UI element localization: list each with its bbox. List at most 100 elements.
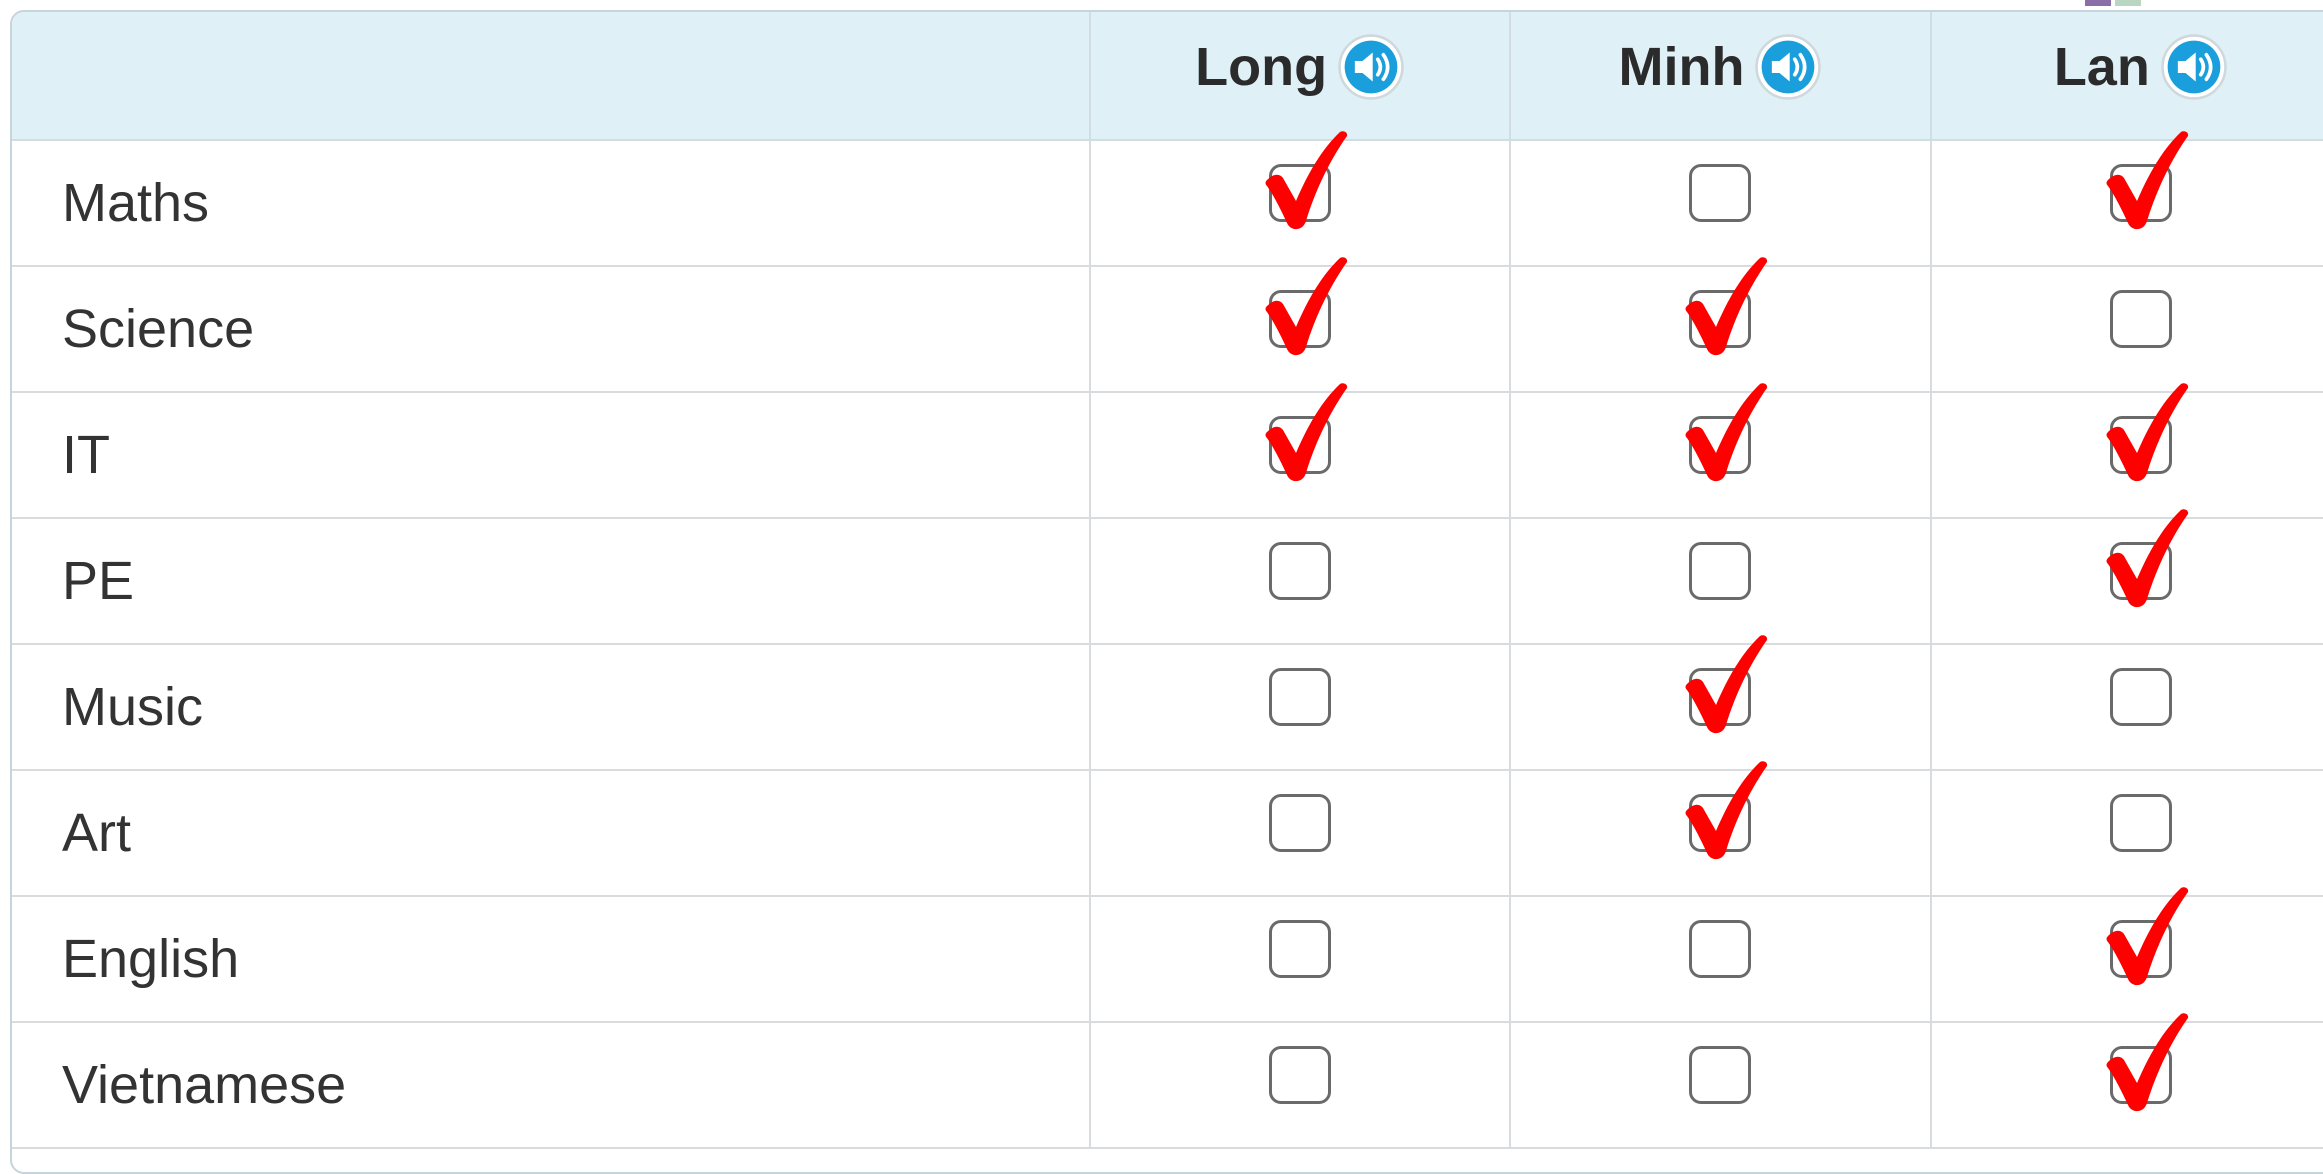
checkbox[interactable] (1269, 793, 1335, 856)
checkbox[interactable] (2106, 1012, 2188, 1111)
check-cell (1089, 130, 1512, 267)
table-row: Science (12, 256, 2323, 393)
table-row: IT (12, 382, 2323, 519)
column-name: Minh (1618, 36, 1745, 97)
check-cell (1930, 382, 2323, 519)
subject-label: Maths (12, 140, 1091, 267)
subject-label: PE (12, 518, 1091, 645)
checkbox[interactable] (1689, 163, 1755, 226)
header-content: Minh (1618, 33, 1822, 101)
checkbox-box (1689, 289, 1752, 348)
checkbox[interactable] (2106, 382, 2188, 481)
header-row: Long Minh Lan (12, 12, 2323, 141)
check-cell (1089, 382, 1512, 519)
check-cell (1930, 644, 2323, 771)
checkbox[interactable] (1689, 541, 1755, 604)
checkbox-box (2109, 289, 2172, 348)
check-cell (1510, 140, 1932, 267)
checkbox-box (2109, 793, 2172, 852)
check-cell (1089, 770, 1512, 897)
checkbox[interactable] (1269, 919, 1335, 982)
checkbox-box (1269, 793, 1332, 852)
checkbox[interactable] (1689, 919, 1755, 982)
check-cell (1510, 256, 1932, 393)
column-name: Long (1195, 36, 1328, 97)
checkbox-box (1689, 415, 1752, 474)
column-name: Lan (2053, 36, 2150, 97)
checkbox[interactable] (1685, 760, 1768, 859)
checkbox-box (1269, 415, 1332, 474)
check-cell (1930, 886, 2323, 1023)
checkbox-box (2109, 1045, 2172, 1104)
check-cell (1930, 770, 2323, 897)
checkbox[interactable] (1689, 1045, 1755, 1108)
checkbox-box (2109, 163, 2172, 222)
check-cell (1930, 130, 2323, 267)
table-row: Art (12, 760, 2323, 897)
table-body: Maths Science IT PE Music Art English Vietnames… (12, 130, 2323, 1149)
checkbox-box (1269, 541, 1332, 600)
subject-label: Music (12, 644, 1091, 771)
checkbox[interactable] (1685, 382, 1768, 481)
check-cell (1510, 1022, 1932, 1149)
checkbox-box (1269, 163, 1332, 222)
checkbox-box (1689, 163, 1752, 222)
checkbox[interactable] (2106, 508, 2188, 607)
subject-label: Vietnamese (12, 1022, 1091, 1149)
check-cell (1930, 266, 2323, 393)
checkbox[interactable] (1269, 667, 1335, 730)
checkbox-box (1269, 667, 1332, 726)
checkbox-box (1269, 289, 1332, 348)
check-cell (1930, 1012, 2323, 1149)
table-row: Maths (12, 130, 2323, 267)
subject-label: Science (12, 266, 1091, 393)
check-cell (1089, 644, 1512, 771)
checkbox[interactable] (2109, 289, 2176, 352)
checkbox-box (1689, 793, 1752, 852)
header-empty-cell (12, 12, 1091, 141)
checkbox-box (2109, 541, 2172, 600)
check-cell (1510, 896, 1932, 1023)
table-row: PE (12, 508, 2323, 645)
checkbox[interactable] (1265, 130, 1348, 229)
speaker-icon[interactable] (1337, 33, 1405, 101)
subject-label: IT (12, 392, 1091, 519)
checkbox[interactable] (2109, 667, 2176, 730)
table-row: English (12, 886, 2323, 1023)
speaker-icon[interactable] (2160, 33, 2228, 101)
checkbox-box (1689, 919, 1752, 978)
header-cell-lan: Lan (1930, 12, 2323, 141)
header-content: Lan (2054, 33, 2228, 101)
checkbox[interactable] (1265, 382, 1348, 481)
checkbox[interactable] (1269, 1045, 1335, 1108)
checkbox[interactable] (2106, 886, 2188, 985)
speaker-icon[interactable] (1754, 33, 1822, 101)
checkbox-box (2109, 667, 2172, 726)
header-content: Long (1195, 33, 1405, 101)
corner-decoration (2085, 0, 2141, 6)
check-cell (1510, 382, 1932, 519)
checkbox[interactable] (1685, 256, 1768, 355)
table-row: Music (12, 634, 2323, 771)
check-cell (1089, 256, 1512, 393)
header-cell-minh: Minh (1510, 12, 1932, 141)
checkbox-box (2109, 919, 2172, 978)
check-cell (1510, 634, 1932, 771)
checkbox[interactable] (2109, 793, 2176, 856)
subject-label: Art (12, 770, 1091, 897)
checkbox-box (1269, 1045, 1332, 1104)
header-cell-long: Long (1089, 12, 1512, 141)
checkbox[interactable] (2106, 130, 2188, 229)
subjects-table-container: Long Minh Lan Maths Science IT PE Music Art Engl… (10, 10, 2323, 1174)
checkbox[interactable] (1265, 256, 1348, 355)
check-cell (1089, 518, 1512, 645)
subject-label: English (12, 896, 1091, 1023)
checkbox-box (1689, 541, 1752, 600)
table-row: Vietnamese (12, 1012, 2323, 1149)
checkbox-box (2109, 415, 2172, 474)
check-cell (1510, 518, 1932, 645)
checkbox[interactable] (1269, 541, 1335, 604)
checkbox[interactable] (1685, 634, 1768, 733)
check-cell (1089, 896, 1512, 1023)
subjects-table: Long Minh Lan Maths Science IT PE Music Art Engl… (12, 12, 2323, 1149)
